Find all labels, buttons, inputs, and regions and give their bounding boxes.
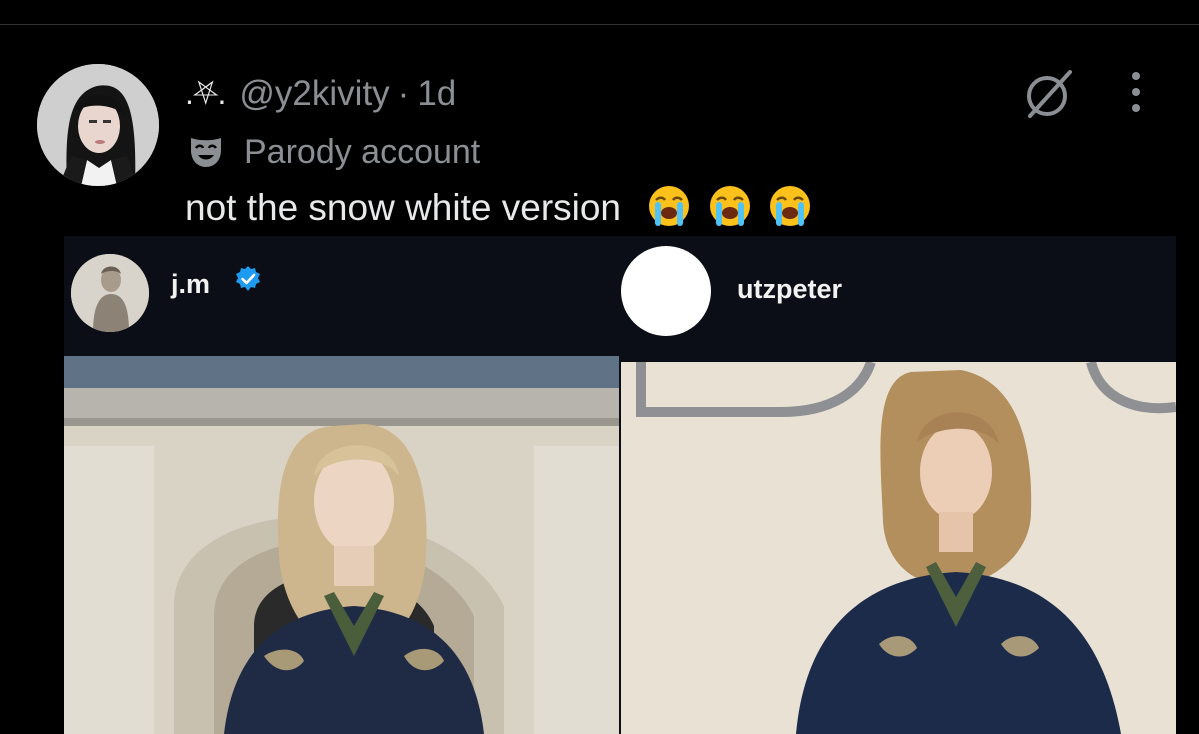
- loudly-crying-face-icon: [769, 186, 810, 226]
- more-options-icon[interactable]: [1124, 70, 1148, 114]
- profile-avatar[interactable]: [37, 64, 159, 186]
- right-post-photo[interactable]: [621, 362, 1176, 734]
- handle-link[interactable]: @y2kivity: [239, 74, 389, 114]
- tweet-author-row: .⛧. @y2kivity · 1d: [185, 72, 456, 116]
- left-post-photo[interactable]: [64, 356, 619, 734]
- mask-icon: [191, 138, 221, 167]
- tweet-text-content: not the snow white version: [185, 187, 622, 228]
- left-post-avatar[interactable]: [71, 254, 149, 332]
- parody-label-text: Parody account: [244, 132, 481, 171]
- left-post-header: j.m: [64, 236, 619, 356]
- verified-badge-icon: [236, 266, 260, 291]
- timestamp[interactable]: 1d: [417, 74, 456, 114]
- display-name-symbol[interactable]: .⛧.: [185, 75, 226, 113]
- top-divider: [0, 24, 1199, 25]
- right-post-avatar[interactable]: [621, 246, 711, 336]
- tweet-text: not the snow white version: [185, 184, 812, 230]
- parody-label: Parody account: [188, 131, 480, 173]
- tweet-media[interactable]: j.m utzpeter: [64, 236, 1176, 734]
- loudly-crying-face-icon: [709, 186, 750, 226]
- right-post-header: utzpeter: [621, 236, 1176, 356]
- grok-icon[interactable]: [1020, 66, 1076, 122]
- left-post-panel: j.m: [64, 236, 619, 734]
- right-post-panel: utzpeter: [621, 236, 1176, 734]
- right-post-username[interactable]: utzpeter: [737, 274, 842, 305]
- separator-dot: ·: [397, 74, 410, 113]
- loudly-crying-face-icon: [649, 186, 690, 226]
- left-post-username[interactable]: j.m: [171, 269, 210, 300]
